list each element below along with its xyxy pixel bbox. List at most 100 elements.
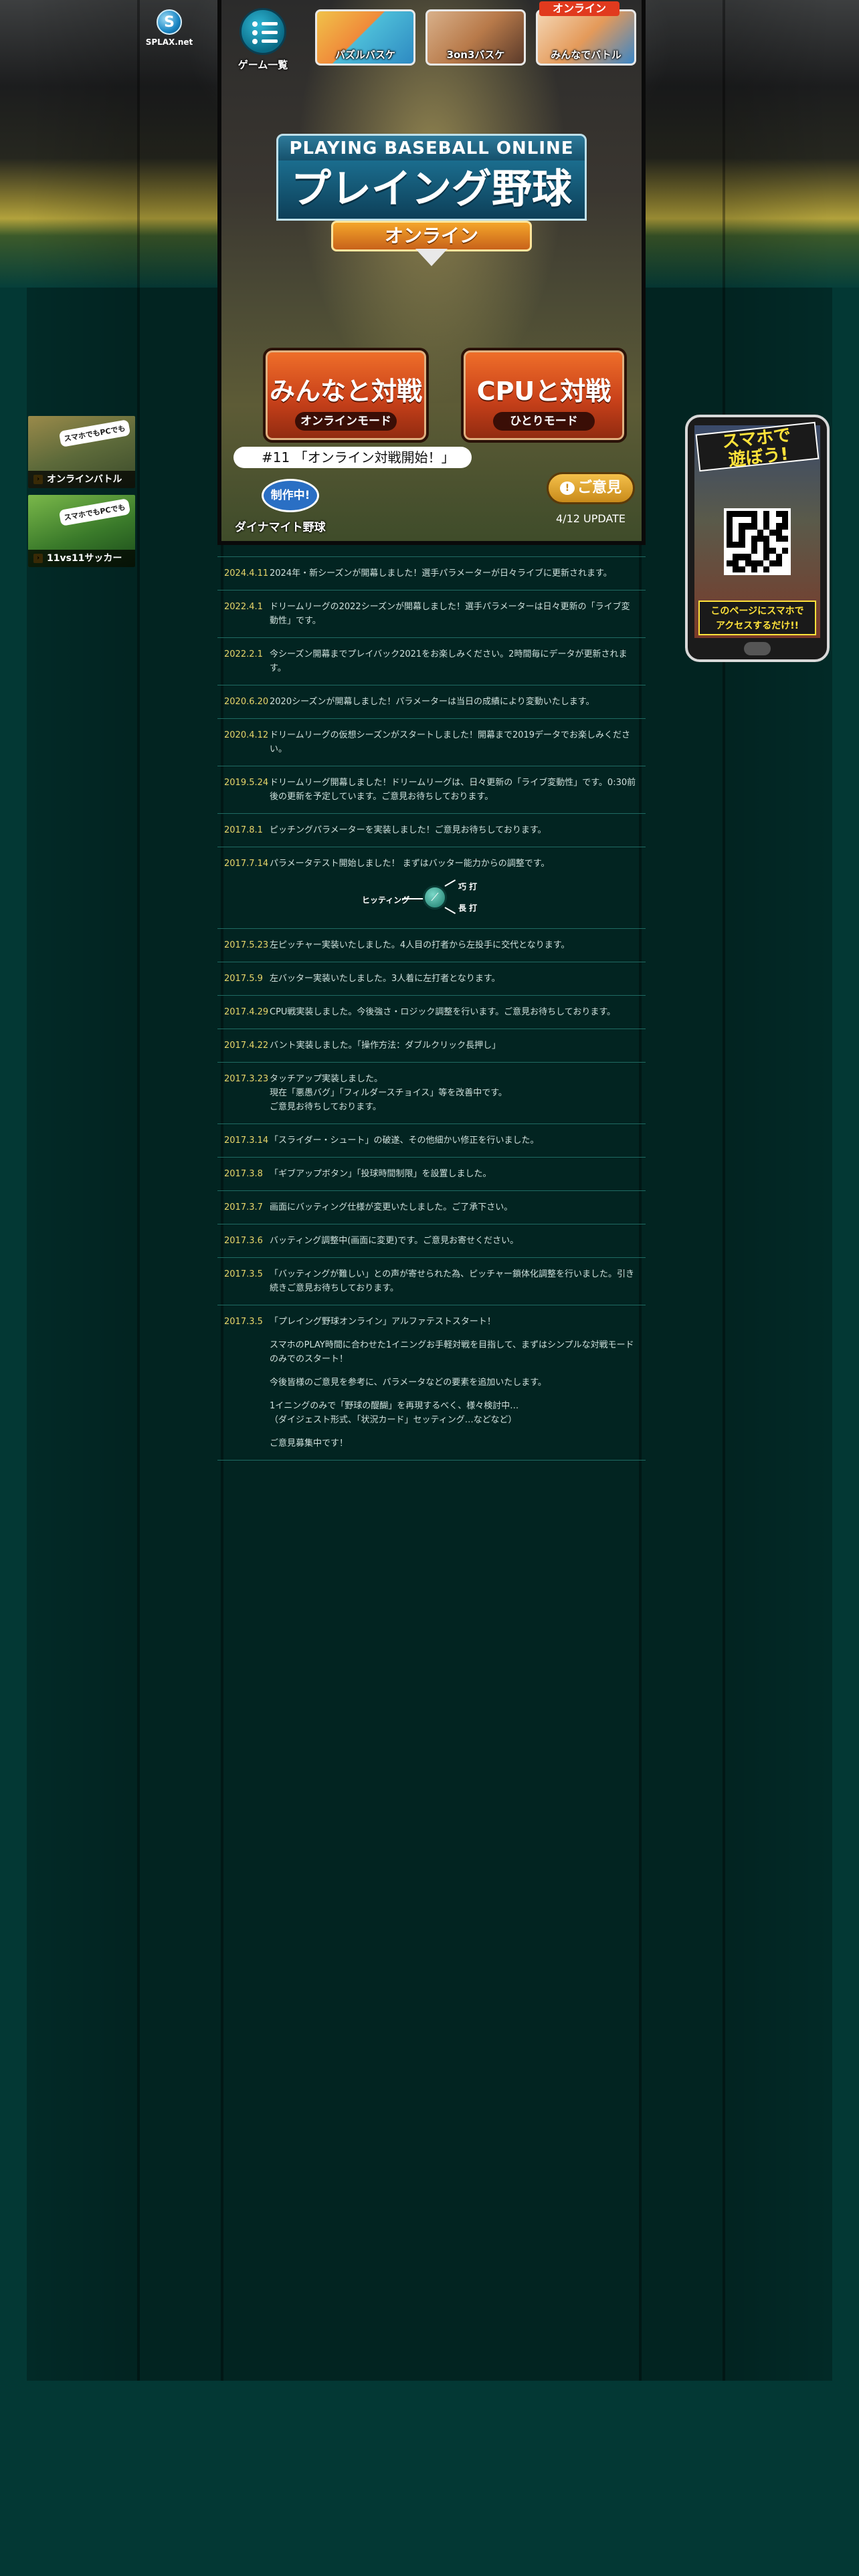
qr-module [733,548,739,554]
title-top: PLAYING BASEBALL ONLINE [276,134,587,163]
online-mode-button[interactable]: みんなと対戦 オンラインモード [263,348,429,443]
cpu-mode-button[interactable]: CPUと対戦 ひとりモード [461,348,627,443]
qr-module [739,511,745,518]
title-main: プレイング野球 [276,160,587,221]
news-line: 2020シーズンが開幕しました！パラメーターは当日の成績により変動いたします。 [270,697,595,707]
banner-label: オンラインバトル [28,471,135,488]
qr-module [727,535,733,542]
nav-everyone-battle[interactable]: みんなでバトル [536,9,636,66]
list-icon [240,8,286,55]
qr-module [745,566,751,572]
qr-module [775,529,782,536]
qr-module [745,554,751,560]
qr-module [775,548,782,554]
news-body: 画面にバッティング仕様が変更いたしました。ご了承下さい。 [270,1200,636,1214]
news-item: 2017.3.5 「バッティングが難しい」との声が寄せられた為、ピッチャー鎖体化調… [217,1258,646,1305]
qr-module [733,560,739,566]
news-paragraph: 1イニングのみで「野球の醍醐」を再現するべく、様々検討中… （ダイジェスト形式、… [270,1401,519,1425]
news-date: 2017.3.5 [224,1317,263,1327]
news-body: バント実装しました。「操作方法：ダブルクリック長押し」 [270,1039,636,1053]
dynamite-baseball-label: ダイナマイト野球 [235,521,326,534]
nav-3on3-basket[interactable]: 3on3バスケ [425,9,526,66]
news-body: タッチアップ実装しました。 現在「悪愚バグ」「フィルダースチョイス」等を改善中です… [270,1072,636,1114]
feedback-button[interactable]: ! ご意見 [547,472,635,504]
qr-module [781,566,788,572]
game-frame: ゲーム一覧 パズルバスケ 3on3バスケ みんなでバトル オンライン PLAYI… [217,0,646,545]
connector-line [402,898,423,899]
dynamite-baseball-link[interactable]: 制作中! ダイナマイト野球 [235,472,335,536]
news-date: 2020.4.12 [224,730,269,740]
qr-module [745,560,751,566]
qr-module [769,560,776,566]
news-date: 2017.3.5 [224,1269,263,1279]
news-item: 2017.8.1 ピッチングパラメーターを実装しました！ご意見お待ちしております。 [217,814,646,847]
qr-module [769,554,776,560]
qr-module [739,541,745,548]
news-line: ドリームリーグの2022シーズンが開幕しました！選手パラメーターは日々更新の「ラ… [270,602,630,626]
qr-module [775,554,782,560]
news-date: 2017.8.1 [224,825,263,835]
qr-module [727,541,733,548]
hit-left-label: ヒッティング [362,895,410,905]
game-list-button[interactable]: ゲーム一覧 [237,8,288,71]
qr-module [757,517,764,524]
nav-puzzle-basket[interactable]: パズルバスケ [315,9,415,66]
news-item: 2019.5.24 ドリームリーグ開幕しました！ドリームリーグは、日々更新の「ライ… [217,766,646,814]
news-line: 「バッティングが難しい」との声が寄せられた為、ピッチャー鎖体化調整を行いました。… [270,1269,634,1293]
news-date: 2017.3.14 [224,1136,269,1146]
splax-logo-link[interactable]: S SPLAX.net [139,9,199,56]
qr-module [775,541,782,548]
connector-line [444,907,456,914]
news-line: タッチアップ実装しました。 [270,1074,383,1084]
mode-subtitle: オンラインモード [295,412,397,431]
news-line: 今シーズン開幕までプレイバック2021をお楽しみください。2時間毎にデータが更新… [270,649,628,673]
qr-module [769,535,776,542]
qr-module [727,529,733,536]
online-battle-banner[interactable]: スマホでもPCでも › オンラインバトル [28,416,135,488]
qr-module [727,517,733,524]
news-line: 2024年・新シーズンが開幕しました！選手パラメーターが日々ライブに更新されます… [270,568,612,578]
news-item: 2017.7.14 パラメータテスト開始しました！ まずはバッター能力からの調整で… [217,847,646,929]
connector-line [444,879,456,887]
news-paragraph: スマホのPLAY時間に合わせた1イニングお手軽対戦を目指して、まずはシンプルな対… [270,1340,634,1364]
qr-module [733,529,739,536]
phone-footer-2: アクセスするだけ!! [715,621,799,631]
qr-module [763,548,770,554]
news-body: パラメータテスト開始しました！ まずはバッター能力からの調整です。 ヒッティング ⟋… [270,857,636,919]
qr-module [727,566,733,572]
qr-module [739,523,745,530]
qr-module [751,554,757,560]
smartphone-qr-banner: スマホで 遊ぼう! このページにスマホで アクセスするだけ!! [685,415,830,662]
qr-module [727,511,733,518]
phone-footer-1: このページにスマホで [710,606,804,617]
news-item: 2022.2.1 今シーズン開幕までプレイバック2021をお楽しみください。2時間… [217,638,646,685]
qr-module [739,554,745,560]
qr-module [763,541,770,548]
news-body: 「スライダー・シュート」の破遂、その他細かい修正を行いました。 [270,1134,636,1148]
qr-module [733,517,739,524]
banner-tag: スマホでもPCでも [58,498,131,526]
news-body: 今シーズン開幕までプレイバック2021をお楽しみください。2時間毎にデータが更新… [270,647,636,675]
qr-module [769,523,776,530]
qr-module [739,566,745,572]
news-line: 左ピッチャー実装いたしました。4人目の打者から左投手に交代となります。 [270,940,570,950]
qr-module [733,511,739,518]
qr-module [739,535,745,542]
news-line: ドリームリーグの仮想シーズンがスタートしました！開幕まで2019データでお楽しみ… [270,730,631,754]
news-paragraph: 今後皆様のご意見を参考に、パラメータなどの要素を追加いたします。 [270,1378,547,1388]
phone-home-button [744,642,771,655]
qr-module [769,517,776,524]
speech-bubble-icon: ! [559,481,575,495]
qr-module [757,511,764,518]
qr-code[interactable] [724,508,791,575]
qr-module [775,560,782,566]
qr-module [727,554,733,560]
qr-module [733,541,739,548]
news-item: 2017.3.7 画面にバッティング仕様が変更いたしました。ご了承下さい。 [217,1191,646,1224]
qr-module [739,548,745,554]
nav-thumb-label: パズルバスケ [335,49,395,61]
qr-module [727,523,733,530]
soccer-banner[interactable]: スマホでもPCでも › 11vs11サッカー [28,495,135,567]
news-item: 2017.3.23 タッチアップ実装しました。 現在「悪愚バグ」「フィルダースチョイ… [217,1063,646,1124]
news-line: バッティング調整中(画面に変更)です。ご意見お寄せください。 [270,1236,519,1246]
